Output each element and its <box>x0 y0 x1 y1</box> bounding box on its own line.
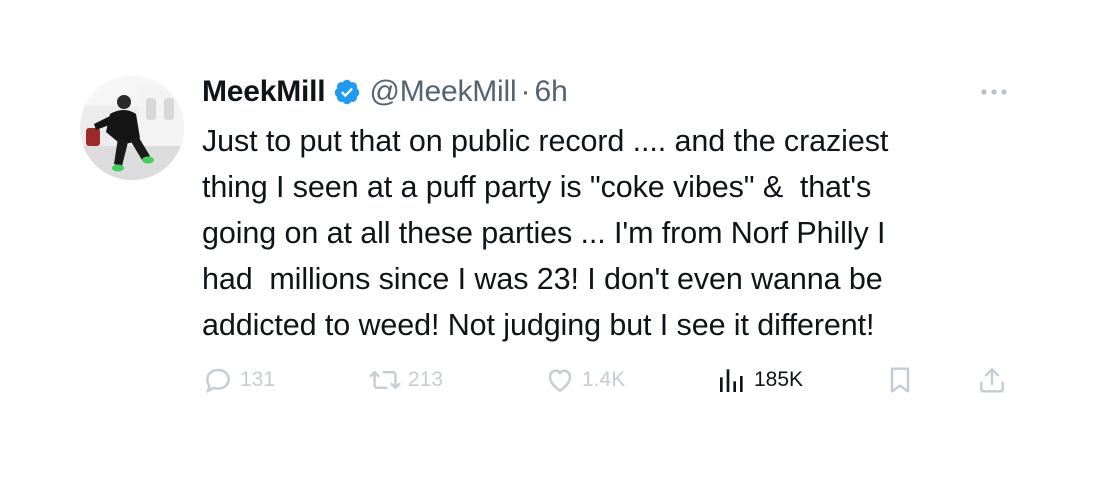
timestamp[interactable]: 6h <box>534 75 567 109</box>
verified-badge-icon <box>333 78 361 106</box>
share-button[interactable] <box>976 360 1008 400</box>
reply-button[interactable]: 131 <box>202 360 275 400</box>
share-icon <box>976 364 1008 396</box>
heart-icon <box>544 364 576 396</box>
views-count: 185K <box>754 368 804 391</box>
like-count: 1.4K <box>582 368 626 391</box>
reply-count: 131 <box>240 368 276 391</box>
handle[interactable]: @MeekMill <box>369 75 516 109</box>
display-name[interactable]: MeekMill <box>202 75 326 109</box>
separator-dot: · <box>520 75 531 108</box>
retweet-count: 213 <box>408 368 444 391</box>
retweet-button[interactable]: 213 <box>368 360 443 400</box>
avatar[interactable] <box>80 76 184 180</box>
views-button[interactable]: 185K <box>716 360 803 400</box>
avatar-photo <box>80 76 184 180</box>
bookmark-button[interactable] <box>884 360 916 400</box>
more-dots-icon[interactable] <box>976 82 1012 102</box>
analytics-bars-icon <box>716 364 748 396</box>
tweet-card: MeekMill @MeekMill · 6h Just to put that… <box>0 0 1100 477</box>
like-button[interactable]: 1.4K <box>544 360 625 400</box>
tweet-actions: 131 213 1.4K 185K <box>202 360 1022 400</box>
retweet-icon <box>368 364 402 396</box>
bookmark-icon <box>884 364 916 396</box>
tweet-text: Just to put that on public record .... a… <box>202 124 889 342</box>
tweet-header: MeekMill @MeekMill · 6h <box>202 72 568 112</box>
reply-icon <box>202 364 234 396</box>
